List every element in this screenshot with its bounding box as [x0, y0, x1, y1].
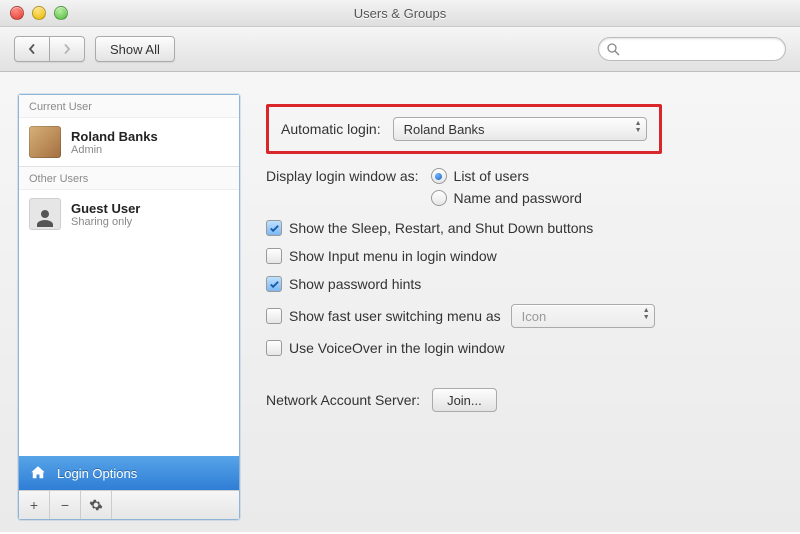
login-options-label: Login Options	[57, 466, 137, 481]
auto-login-row: Automatic login: Roland Banks ▲▼	[266, 104, 774, 154]
checkbox-icon	[266, 276, 282, 292]
add-user-button[interactable]: +	[19, 491, 50, 519]
highlight-box: Automatic login: Roland Banks ▲▼	[266, 104, 662, 154]
network-account-label: Network Account Server:	[266, 392, 420, 408]
radio-list-of-users[interactable]: List of users	[431, 168, 582, 184]
user-row-guest[interactable]: Guest User Sharing only	[19, 190, 239, 238]
fast-user-switching-value: Icon	[522, 309, 547, 324]
forward-button[interactable]	[50, 36, 85, 62]
checkbox-label: Show the Sleep, Restart, and Shut Down b…	[289, 220, 593, 236]
user-row-current[interactable]: Roland Banks Admin	[19, 118, 239, 166]
stepper-icon: ▲▼	[635, 120, 642, 134]
checkbox-password-hints[interactable]: Show password hints	[266, 276, 774, 292]
radio-label: Name and password	[454, 190, 582, 206]
content-area: Current User Roland Banks Admin Other Us…	[0, 72, 800, 534]
users-groups-window: Users & Groups Show All Current User R	[0, 0, 800, 532]
person-icon	[33, 206, 57, 230]
action-menu-button[interactable]	[81, 491, 112, 519]
network-account-row: Network Account Server: Join...	[266, 388, 774, 412]
chevron-left-icon	[27, 44, 37, 54]
section-header-other: Other Users	[19, 167, 239, 190]
stepper-icon: ▲▼	[643, 307, 650, 321]
display-login-label: Display login window as:	[266, 168, 419, 184]
login-options-item[interactable]: Login Options	[19, 456, 239, 490]
chevron-right-icon	[62, 44, 72, 54]
checkbox-label: Show fast user switching menu as	[289, 308, 501, 324]
section-header-current: Current User	[19, 95, 239, 118]
auto-login-label: Automatic login:	[281, 121, 381, 137]
checkbox-label: Use VoiceOver in the login window	[289, 340, 505, 356]
titlebar: Users & Groups	[0, 0, 800, 27]
auto-login-value: Roland Banks	[404, 122, 485, 137]
checkbox-label: Show Input menu in login window	[289, 248, 497, 264]
fast-user-switching-popup[interactable]: Icon ▲▼	[511, 304, 655, 328]
show-all-button[interactable]: Show All	[95, 36, 175, 62]
checkbox-icon	[266, 248, 282, 264]
user-name: Roland Banks	[71, 129, 158, 144]
checkbox-icon	[266, 220, 282, 236]
user-role: Admin	[71, 144, 158, 156]
radio-label: List of users	[454, 168, 529, 184]
checkbox-icon	[266, 308, 282, 324]
checkbox-label: Show password hints	[289, 276, 421, 292]
search-icon	[607, 43, 620, 56]
users-list: Current User Roland Banks Admin Other Us…	[19, 95, 239, 456]
checkbox-fast-user-switching-row: Show fast user switching menu as Icon ▲▼	[266, 304, 774, 328]
radio-icon	[431, 190, 447, 206]
house-icon	[29, 464, 47, 482]
radio-name-password[interactable]: Name and password	[431, 190, 582, 206]
auto-login-popup[interactable]: Roland Banks ▲▼	[393, 117, 647, 141]
search-field[interactable]	[598, 37, 786, 61]
checkbox-voiceover[interactable]: Use VoiceOver in the login window	[266, 340, 774, 356]
back-button[interactable]	[14, 36, 50, 62]
join-button[interactable]: Join...	[432, 388, 497, 412]
users-sidebar: Current User Roland Banks Admin Other Us…	[18, 94, 240, 520]
avatar	[29, 126, 61, 158]
checkbox-fast-user-switching[interactable]: Show fast user switching menu as	[266, 308, 501, 324]
user-role: Sharing only	[71, 216, 140, 228]
window-title: Users & Groups	[0, 6, 800, 21]
checkbox-options: Show the Sleep, Restart, and Shut Down b…	[266, 220, 774, 356]
checkbox-input-menu[interactable]: Show Input menu in login window	[266, 248, 774, 264]
settings-panel: Automatic login: Roland Banks ▲▼ Display…	[258, 94, 782, 520]
radio-icon	[431, 168, 447, 184]
display-login-radiogroup: List of users Name and password	[431, 168, 582, 206]
display-login-row: Display login window as: List of users N…	[266, 168, 774, 206]
checkbox-icon	[266, 340, 282, 356]
toolbar: Show All	[0, 27, 800, 72]
nav-segment	[14, 36, 85, 62]
user-name: Guest User	[71, 201, 140, 216]
search-input[interactable]	[624, 41, 777, 57]
sidebar-footer: + −	[19, 490, 239, 519]
remove-user-button[interactable]: −	[50, 491, 81, 519]
guest-avatar	[29, 198, 61, 230]
checkbox-sleep-restart-shutdown[interactable]: Show the Sleep, Restart, and Shut Down b…	[266, 220, 774, 236]
gear-icon	[89, 498, 103, 512]
